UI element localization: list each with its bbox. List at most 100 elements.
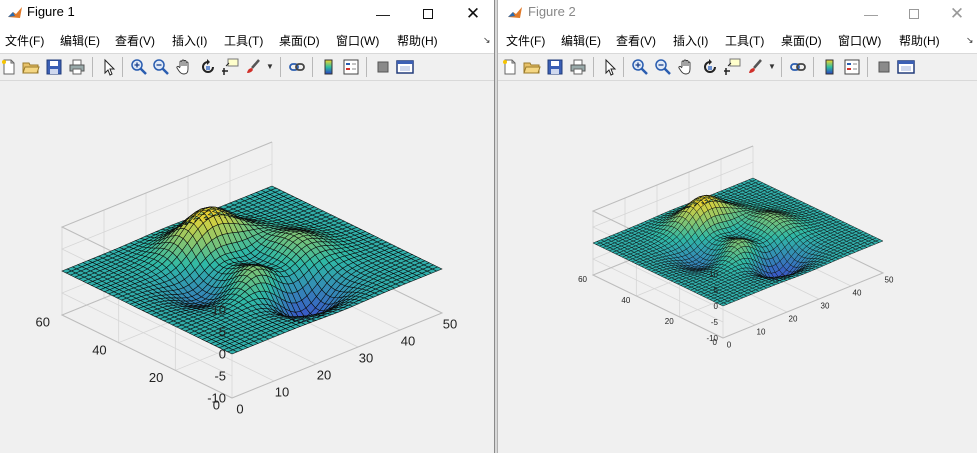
figure-2-axes[interactable]: 1050-5-106040200 01020304050 [498,81,977,453]
rotate-3d-icon[interactable] [199,58,217,76]
brush-icon[interactable] [746,58,764,76]
print-icon[interactable] [68,58,86,76]
zoom-out-icon[interactable] [152,58,170,76]
figure-2-window[interactable]: Figure 2 — ✕ 文件(F) 编辑(E) 查看(V) 插入(I) 工具(… [497,0,977,453]
new-file-icon[interactable] [501,58,519,76]
y-tick-label: 60 [36,315,50,330]
link-plot-icon[interactable] [288,58,306,76]
legend-icon[interactable] [843,58,861,76]
zoom-in-icon[interactable] [130,58,148,76]
x-tick-label: 50 [885,276,894,285]
x-tick-label: 10 [275,385,289,400]
menu-insert[interactable]: 插入(I) [673,32,708,49]
figure-2-title: Figure 2 [528,4,576,19]
menu-file[interactable]: 文件(F) [506,32,545,49]
brush-dropdown-arrow-icon[interactable]: ▼ [768,62,776,71]
menu-edit[interactable]: 编辑(E) [60,32,100,49]
zoom-out-icon[interactable] [654,58,672,76]
save-icon[interactable] [45,58,63,76]
x-tick-label: 20 [317,368,331,383]
open-folder-icon[interactable] [523,58,541,76]
pan-hand-icon[interactable] [175,58,193,76]
print-icon[interactable] [569,58,587,76]
menu-tools[interactable]: 工具(T) [224,32,263,49]
menu-window[interactable]: 窗口(W) [336,32,379,49]
menu-insert[interactable]: 插入(I) [172,32,207,49]
menu-view[interactable]: 查看(V) [616,32,656,49]
menu-help[interactable]: 帮助(H) [899,32,940,49]
y-tick-label: 40 [92,342,106,357]
figure-1-toolbar: ▼ [0,53,494,81]
toolbar-separator [593,57,594,77]
menu-file[interactable]: 文件(F) [5,32,44,49]
z-tick-label: 0 [219,347,226,362]
toolbar-separator [623,57,624,77]
matlab-logo-icon [7,5,23,21]
toolbar-separator [92,57,93,77]
figure-2-toolbar: ▼ [498,53,977,81]
maximize-button[interactable] [891,0,937,27]
menu-desktop[interactable]: 桌面(D) [279,32,320,49]
z-tick-label: -5 [214,369,226,384]
data-cursor-icon[interactable] [221,58,239,76]
colorbar-icon[interactable] [821,58,839,76]
colorbar-icon[interactable] [320,58,338,76]
figure-2-title-bar[interactable]: Figure 2 — ✕ [498,0,977,27]
x-tick-label: 40 [401,334,415,349]
minimize-button[interactable]: — [360,0,406,27]
open-folder-icon[interactable] [22,58,40,76]
y-tick-label: 20 [665,317,674,326]
x-tick-label: 10 [757,328,766,337]
menu-overflow-arrow-icon[interactable]: ↘ [483,35,491,46]
rotate-3d-icon[interactable] [701,58,719,76]
zoom-in-icon[interactable] [631,58,649,76]
desktop: Figure 1 — ✕ 文件(F) 编辑(E) 查看(V) 插入(I) 工具(… [0,0,977,453]
minimize-button[interactable]: — [848,0,894,27]
data-cursor-icon[interactable] [723,58,741,76]
figure-2-menu-bar: 文件(F) 编辑(E) 查看(V) 插入(I) 工具(T) 桌面(D) 窗口(W… [498,27,977,53]
toolbar-separator [122,57,123,77]
x-tick-label: 0 [727,341,732,350]
hide-plot-tools-icon[interactable] [374,58,392,76]
menu-edit[interactable]: 编辑(E) [561,32,601,49]
pointer-icon[interactable] [601,58,619,76]
x-tick-label: 40 [853,289,862,298]
toolbar-separator [867,57,868,77]
new-file-icon[interactable] [0,58,18,76]
y-tick-label: 40 [621,296,630,305]
x-tick-label: 20 [789,315,798,324]
z-tick-label: -5 [711,318,719,327]
matlab-logo-icon [507,5,523,21]
close-button[interactable]: ✕ [934,0,977,27]
toolbar-separator [813,57,814,77]
menu-overflow-arrow-icon[interactable]: ↘ [966,35,974,46]
pan-hand-icon[interactable] [677,58,695,76]
pointer-icon[interactable] [100,58,118,76]
figure-1-title-bar[interactable]: Figure 1 — ✕ [0,0,494,27]
menu-window[interactable]: 窗口(W) [838,32,881,49]
menu-desktop[interactable]: 桌面(D) [781,32,822,49]
menu-tools[interactable]: 工具(T) [725,32,764,49]
z-tick-label: 5 [714,286,719,295]
figure-1-window[interactable]: Figure 1 — ✕ 文件(F) 编辑(E) 查看(V) 插入(I) 工具(… [0,0,495,453]
link-plot-icon[interactable] [789,58,807,76]
z-tick-label: 10 [709,270,718,279]
menu-help[interactable]: 帮助(H) [397,32,438,49]
z-tick-label: 0 [714,302,719,311]
hide-plot-tools-icon[interactable] [875,58,893,76]
save-icon[interactable] [546,58,564,76]
toolbar-separator [280,57,281,77]
maximize-button[interactable] [405,0,451,27]
z-tick-label: 10 [212,303,226,318]
toolbar-separator [366,57,367,77]
show-plot-tools-icon[interactable] [396,58,414,76]
brush-dropdown-arrow-icon[interactable]: ▼ [266,62,274,71]
show-plot-tools-icon[interactable] [897,58,915,76]
brush-icon[interactable] [244,58,262,76]
close-button[interactable]: ✕ [450,0,494,27]
x-tick-label: 0 [236,402,243,417]
menu-view[interactable]: 查看(V) [115,32,155,49]
legend-icon[interactable] [342,58,360,76]
x-tick-label: 30 [359,351,373,366]
figure-1-axes[interactable]: 1050-5-106040200 01020304050 [0,81,495,453]
